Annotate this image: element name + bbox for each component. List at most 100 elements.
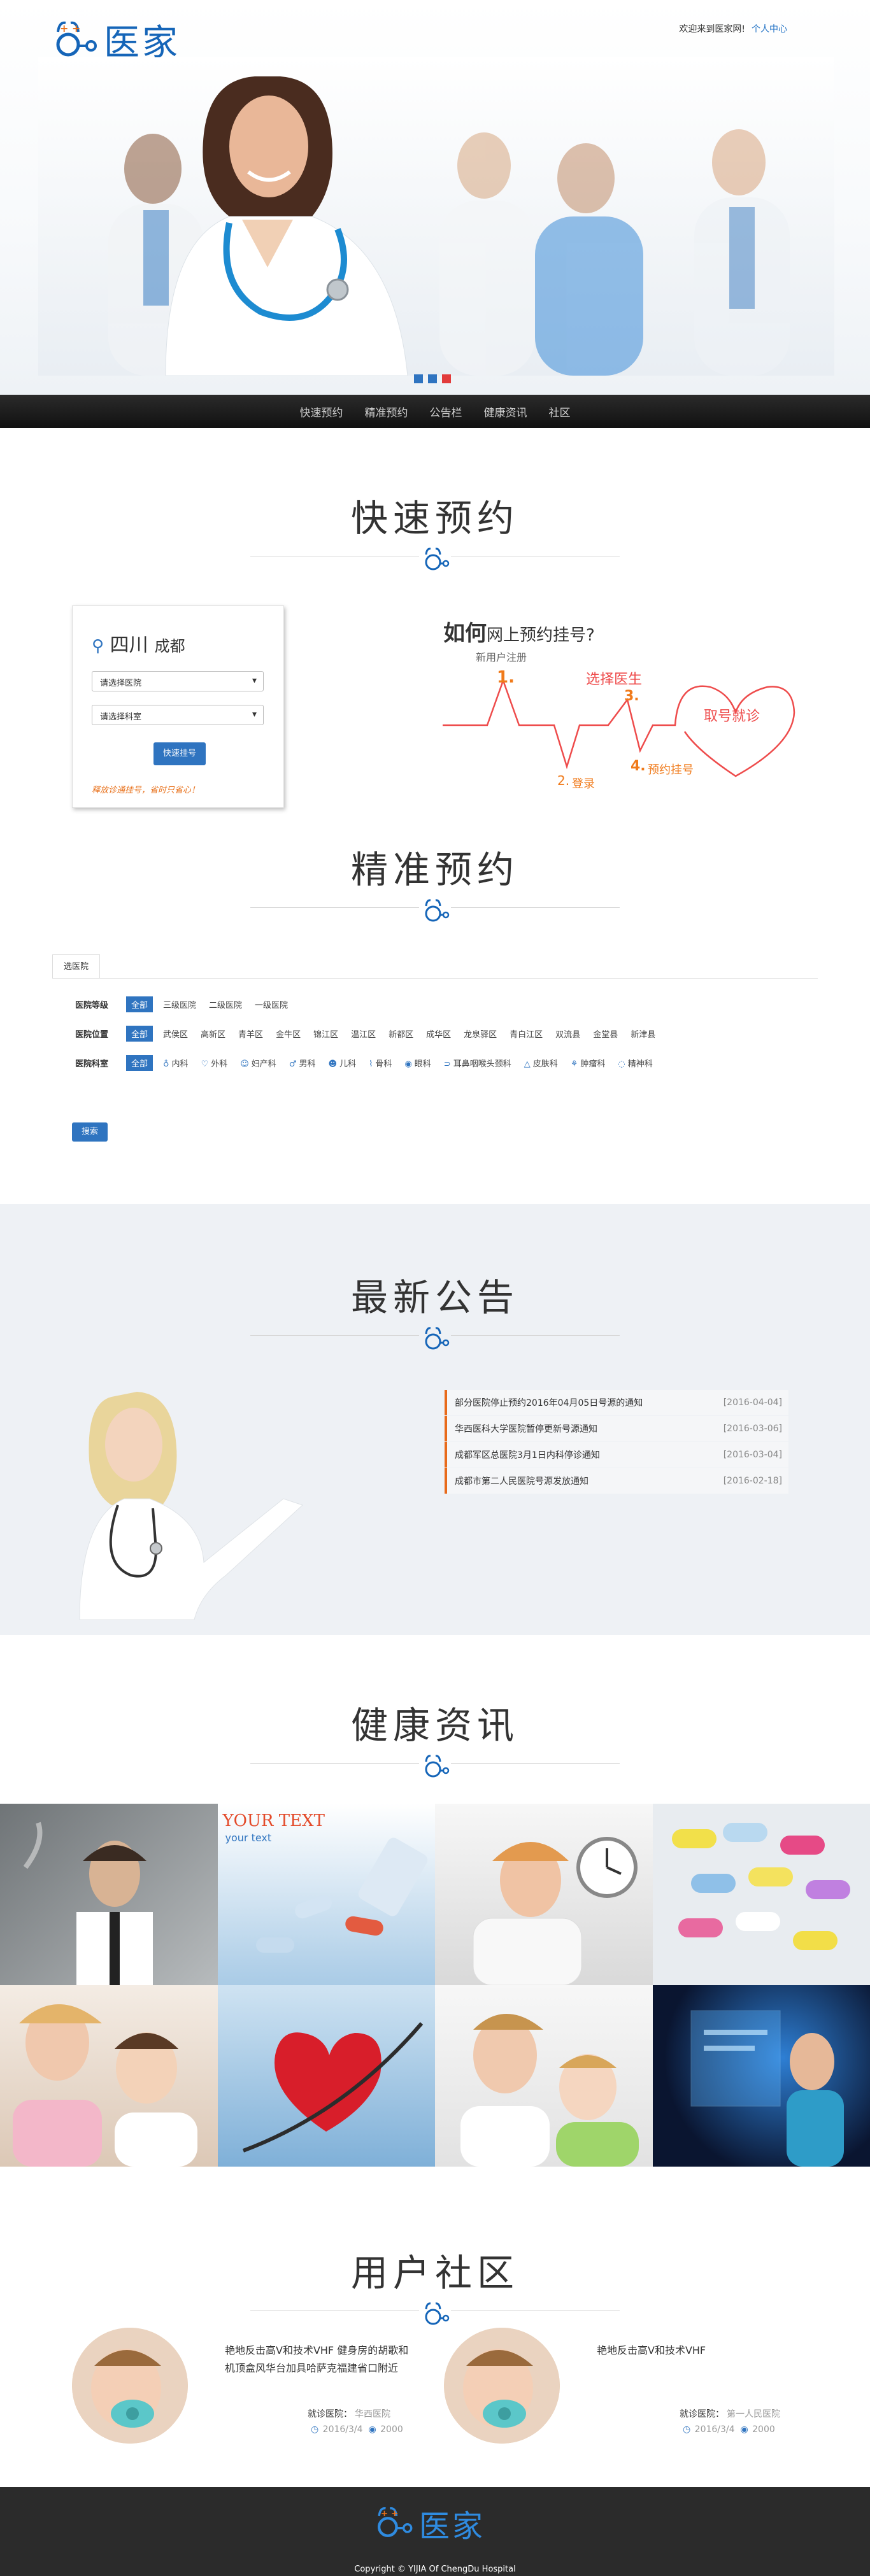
heart-icon: ♡ <box>201 1059 209 1069</box>
filter-option-dermatology[interactable]: △皮肤科 <box>518 1055 564 1071</box>
slide-dot-active[interactable] <box>442 374 451 383</box>
male-icon: ♂ <box>289 1059 297 1069</box>
filter-option[interactable]: 成华区 <box>420 1026 457 1042</box>
post-stats: ◷ 2016/3/4 ◉ 2000 <box>311 2424 403 2435</box>
search-button[interactable]: 搜索 <box>72 1122 108 1142</box>
filter-option-surgery[interactable]: ♡外科 <box>195 1055 234 1071</box>
filter-hospital-level: 医院等级 全部 三级医院 二级医院 一级医院 <box>75 996 294 1012</box>
hero-image <box>38 57 834 376</box>
main-nav: 快速预约 精准预约 公告栏 健康资讯 社区 <box>0 395 870 428</box>
tab-divider <box>52 978 818 979</box>
quick-note: 释放诊通挂号，省时只省心！ <box>92 783 199 795</box>
slide-dot[interactable] <box>414 374 423 383</box>
section-divider <box>250 1326 620 1364</box>
filter-option[interactable]: 武侯区 <box>157 1026 194 1042</box>
filter-option[interactable]: 龙泉驿区 <box>457 1026 503 1042</box>
section-divider <box>250 547 620 585</box>
filter-option-andrology[interactable]: ♂男科 <box>283 1055 322 1071</box>
slider-dots <box>414 374 451 383</box>
news-tile-capsules[interactable] <box>653 1804 870 1985</box>
section-title: 最新公告 <box>0 1268 870 1321</box>
filter-label: 医院科室 <box>75 1057 126 1069</box>
filter-option[interactable]: 高新区 <box>194 1026 232 1042</box>
notices-section-heading: 最新公告 <box>0 1204 870 1364</box>
quick-register-button[interactable]: 快速挂号 <box>153 742 206 765</box>
filter-hospital-department: 医院科室 全部 ♁内科 ♡外科 ☺妇产科 ♂男科 ☻儿科 ⌇骨科 ◉眼科 ⊃耳鼻… <box>75 1055 659 1071</box>
drop-icon: △ <box>524 1059 531 1069</box>
step-2-number: 2. <box>557 773 569 788</box>
filter-option-orthopedics[interactable]: ⌇骨科 <box>362 1055 398 1071</box>
news-tile-pills[interactable]: YOUR TEXT your text <box>218 1804 436 1985</box>
step-book: 预约挂号 <box>648 761 694 777</box>
filter-option-oncology[interactable]: ⚘肿瘤科 <box>564 1055 612 1071</box>
notice-item[interactable]: 华西医科大学医院暂停更新号源通知[2016-03-06] <box>445 1416 788 1441</box>
bone-icon: ⌇ <box>369 1059 373 1069</box>
footer-logo-text: 医家 <box>419 2501 485 2545</box>
filter-option[interactable]: 二级医院 <box>203 996 248 1012</box>
filter-all-button[interactable]: 全部 <box>126 1026 153 1042</box>
filter-all-button[interactable]: 全部 <box>126 996 153 1012</box>
nav-notices[interactable]: 公告栏 <box>430 404 462 420</box>
filter-option[interactable]: 新津县 <box>624 1026 662 1042</box>
news-tile-toothbrush[interactable] <box>435 1985 653 2167</box>
slide-dot[interactable] <box>428 374 437 383</box>
filter-option-internal[interactable]: ♁内科 <box>157 1055 195 1071</box>
filter-option[interactable]: 青白江区 <box>503 1026 549 1042</box>
footer-logo[interactable]: + + 医家 <box>376 2501 485 2545</box>
filter-option-psychiatry[interactable]: ◌精神科 <box>611 1055 659 1071</box>
stethoscope-icon <box>419 1752 451 1783</box>
filter-hospital-location: 医院位置 全部 武侯区 高新区 青羊区 金牛区 锦江区 温江区 新都区 成华区 … <box>75 1026 662 1042</box>
filter-option[interactable]: 新都区 <box>382 1026 420 1042</box>
filter-all-button[interactable]: 全部 <box>126 1055 153 1071</box>
community-post[interactable]: 艳地反击高V和技术VHF 就诊医院：第一人民医院 ◷ 2016/3/4 ◉ 20… <box>444 2328 801 2455</box>
filter-option[interactable]: 青羊区 <box>232 1026 269 1042</box>
filter-option[interactable]: 温江区 <box>345 1026 382 1042</box>
section-title: 快速预约 <box>0 488 870 542</box>
nav-health-news[interactable]: 健康资讯 <box>484 404 527 420</box>
news-tile-insomnia[interactable] <box>435 1804 653 1985</box>
nav-community[interactable]: 社区 <box>549 404 571 420</box>
post-text: 艳地反击高V和技术VHF 健身房的胡歌和机顶盒风华台加具哈萨克福建省口附近 <box>225 2342 410 2377</box>
stethoscope-logo-icon: + + <box>376 2504 414 2542</box>
nav-precise-booking[interactable]: 精准预约 <box>365 404 408 420</box>
hospital-select[interactable]: 请选择医院 <box>92 671 264 691</box>
section-divider <box>250 898 620 937</box>
filter-option[interactable]: 锦江区 <box>307 1026 345 1042</box>
doctor-illustration <box>73 1384 309 1620</box>
news-tile-mother-child[interactable] <box>0 1985 218 2167</box>
eye-icon: ◉ <box>740 2424 748 2435</box>
news-tile-heart[interactable] <box>218 1985 436 2167</box>
nav-quick-booking[interactable]: 快速预约 <box>300 404 343 420</box>
notice-item[interactable]: 成都军区总医院3月1日内科停诊通知[2016-03-04] <box>445 1442 788 1468</box>
welcome-bar: 欢迎来到医家网!个人中心 <box>679 22 787 35</box>
filter-option[interactable]: 金牛区 <box>269 1026 307 1042</box>
notice-item[interactable]: 部分医院停止预约2016年04月05日号源的通知[2016-04-04] <box>445 1390 788 1415</box>
quick-booking-box: ⚲ 四川成都 请选择医院 请选择科室 快速挂号 释放诊通挂号，省时只省心！ <box>72 605 284 808</box>
stethoscope-icon <box>419 544 451 576</box>
user-center-link[interactable]: 个人中心 <box>752 24 787 34</box>
filter-option[interactable]: 双流县 <box>549 1026 587 1042</box>
filter-option-pediatrics[interactable]: ☻儿科 <box>322 1055 362 1071</box>
filter-label: 医院等级 <box>75 998 126 1010</box>
tab-choose-hospital[interactable]: 选医院 <box>52 954 100 979</box>
post-hospital: 就诊医院：华西医院 <box>308 2407 390 2420</box>
filter-option-ophthalmology[interactable]: ◉眼科 <box>398 1055 437 1071</box>
clock-icon: ◷ <box>311 2424 318 2435</box>
community-post[interactable]: 艳地反击高V和技术VHF 健身房的胡歌和机顶盒风华台加具哈萨克福建省口附近 就诊… <box>72 2328 429 2455</box>
precise-booking-section: 选医院 医院等级 全部 三级医院 二级医院 一级医院 医院位置 全部 武侯区 高… <box>0 937 870 1204</box>
notice-item[interactable]: 成都市第二人民医院号源发放通知[2016-02-18] <box>445 1468 788 1494</box>
filter-option[interactable]: 三级医院 <box>157 996 203 1012</box>
department-select[interactable]: 请选择科室 <box>92 705 264 725</box>
filter-option-ent[interactable]: ⊃耳鼻咽喉头颈科 <box>438 1055 518 1071</box>
step-3-number: 3. <box>624 688 639 704</box>
header-banner: + + 医家 欢迎来到医家网!个人中心 <box>0 0 870 395</box>
filter-label: 医院位置 <box>75 1028 126 1040</box>
filter-option[interactable]: 一级医院 <box>248 996 294 1012</box>
filter-option-obstetrics[interactable]: ☺妇产科 <box>234 1055 283 1071</box>
news-tile-tech-doctor[interactable] <box>653 1985 870 2167</box>
news-tile-smoking[interactable] <box>0 1804 218 1985</box>
stethoscope-logo-icon: + + <box>54 18 99 62</box>
filter-option[interactable]: 金堂县 <box>587 1026 624 1042</box>
news-section-heading: 健康资讯 <box>0 1635 870 1792</box>
city: 成都 <box>155 637 185 655</box>
